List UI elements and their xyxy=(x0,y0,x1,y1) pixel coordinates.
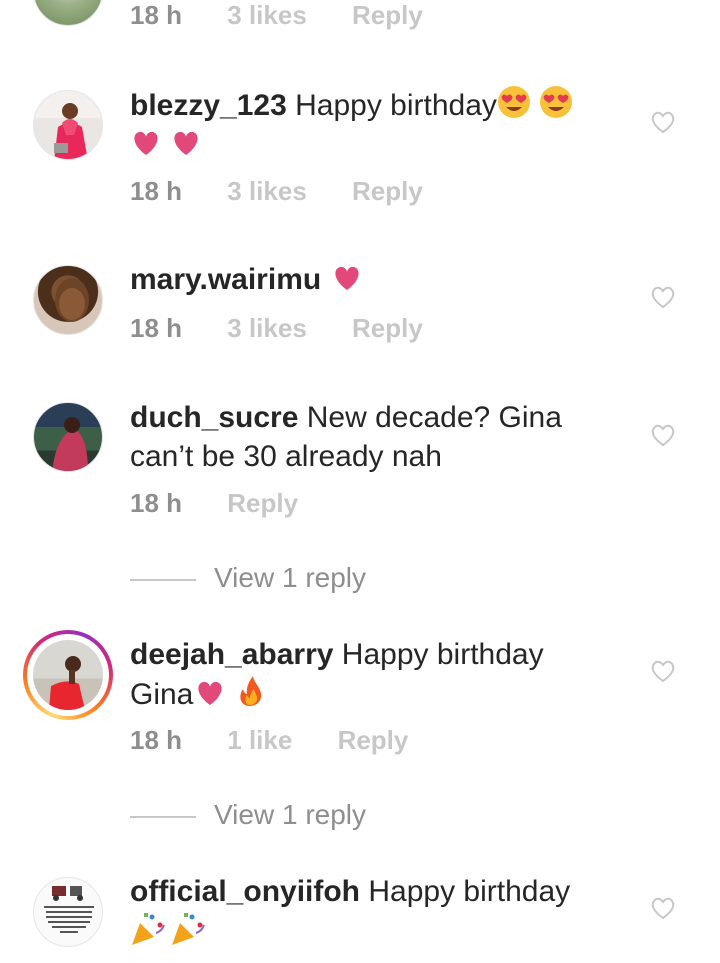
likes-count[interactable]: 1 like xyxy=(227,725,292,756)
comment-meta: 18 h 3 likes Reply xyxy=(130,0,423,31)
like-heart-icon[interactable] xyxy=(650,423,676,447)
comment-text: official_onyiifoh Happy birthday xyxy=(130,872,600,953)
avatar-photo xyxy=(55,278,89,322)
like-heart-icon[interactable] xyxy=(650,659,676,683)
like-heart-icon[interactable] xyxy=(650,896,676,920)
username[interactable]: duch_sucre xyxy=(130,401,298,434)
heart-emoji xyxy=(334,266,359,290)
avatar[interactable] xyxy=(33,877,103,947)
replies-divider xyxy=(130,578,196,581)
comment-body: Happy birthday xyxy=(368,875,571,908)
timestamp: 18 h xyxy=(130,725,183,755)
reply-button[interactable]: Reply xyxy=(227,488,298,519)
avatar[interactable] xyxy=(33,265,103,335)
comment-meta: 18 h Reply xyxy=(130,488,298,519)
view-replies-button[interactable]: View 1 reply xyxy=(130,799,366,831)
username[interactable]: mary.wairimu xyxy=(130,263,321,296)
likes-count[interactable]: 3 likes xyxy=(227,176,307,207)
avatar-photo xyxy=(52,417,88,471)
like-heart-icon[interactable] xyxy=(650,110,676,134)
timestamp: 18 h xyxy=(130,488,183,518)
fire-emoji xyxy=(240,676,262,706)
comment-meta: 18 h 3 likes Reply xyxy=(130,313,423,344)
comment-body: Happy birthday xyxy=(295,89,497,122)
comment-text: mary.wairimu xyxy=(130,260,600,299)
party-popper-emoji xyxy=(132,913,205,945)
heart-emoji xyxy=(134,131,198,155)
reply-button[interactable]: Reply xyxy=(352,176,423,207)
avatar-photo xyxy=(44,886,94,933)
comment-meta: 18 h 3 likes Reply xyxy=(130,176,423,207)
reply-button[interactable]: Reply xyxy=(352,313,423,344)
like-heart-icon[interactable] xyxy=(650,285,676,309)
comment-text: deejah_abarry Happy birthday Gina xyxy=(130,635,600,714)
likes-count[interactable]: 3 likes xyxy=(227,313,307,344)
likes-count[interactable]: 3 likes xyxy=(227,0,307,31)
avatar[interactable] xyxy=(33,90,103,160)
username[interactable]: blezzy_123 xyxy=(130,89,287,122)
avatar-photo xyxy=(54,103,88,159)
timestamp: 18 h xyxy=(130,313,183,343)
view-replies-button[interactable]: View 1 reply xyxy=(130,562,366,594)
heart-emoji xyxy=(198,681,222,705)
username[interactable]: official_onyiifoh xyxy=(130,875,360,908)
reply-button[interactable]: Reply xyxy=(352,0,423,31)
avatar[interactable] xyxy=(33,0,103,26)
username[interactable]: deejah_abarry xyxy=(130,638,333,671)
reply-button[interactable]: Reply xyxy=(338,725,409,756)
timestamp: 18 h xyxy=(130,0,183,30)
comment-text: blezzy_123 Happy birthday xyxy=(130,85,600,164)
avatar-photo xyxy=(49,656,85,710)
comment-text: duch_sucre New decade? Gina can’t be 30 … xyxy=(130,398,600,476)
heart-eyes-emoji xyxy=(497,86,572,118)
avatar[interactable] xyxy=(33,402,103,472)
view-replies-label: View 1 reply xyxy=(214,799,367,830)
comment-meta: 18 h 1 like Reply xyxy=(130,725,408,756)
replies-divider xyxy=(130,815,196,818)
avatar[interactable] xyxy=(33,640,103,710)
timestamp: 18 h xyxy=(130,176,183,206)
view-replies-label: View 1 reply xyxy=(214,562,367,593)
